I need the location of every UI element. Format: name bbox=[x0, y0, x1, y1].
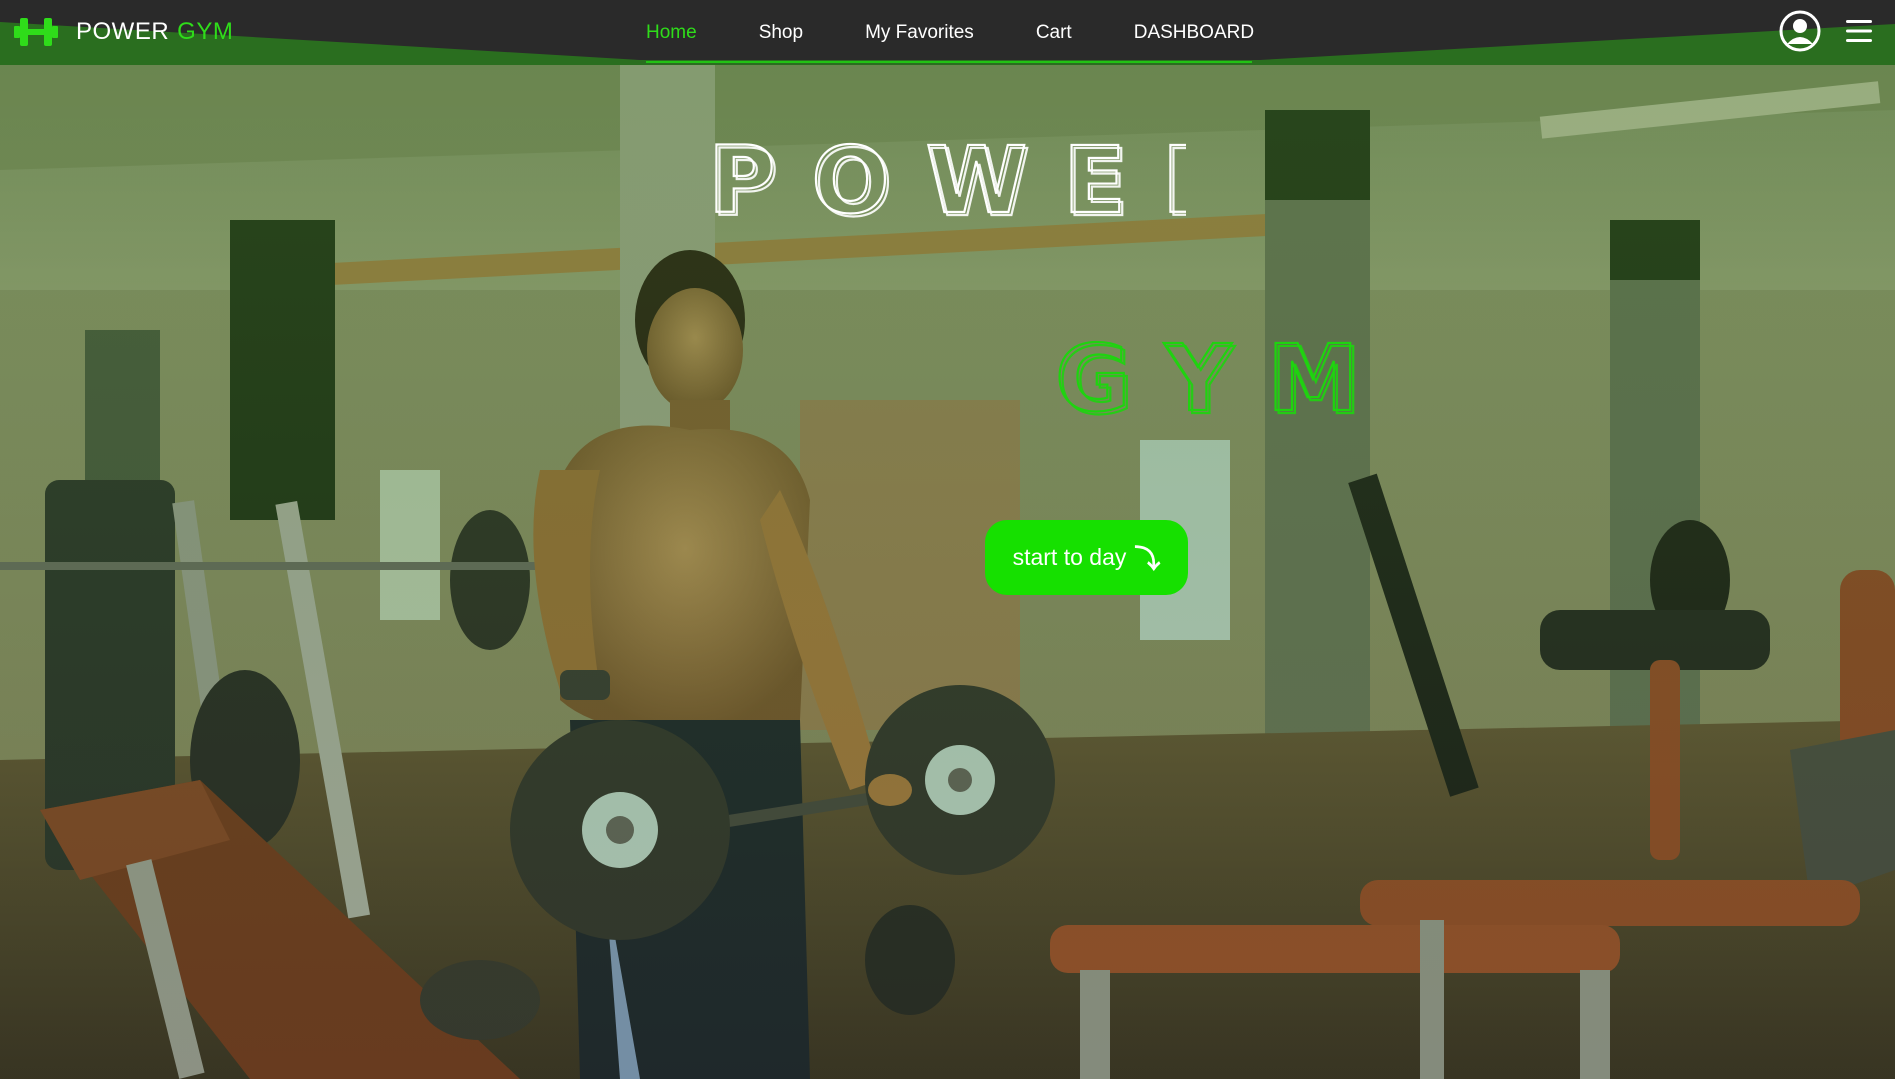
user-circle-icon[interactable] bbox=[1779, 10, 1821, 52]
dumbbell-icon bbox=[14, 18, 58, 46]
nav-home[interactable]: Home bbox=[646, 0, 728, 65]
hero-title-gym: GYM GYM bbox=[1054, 324, 1373, 426]
nav-active-underline bbox=[646, 61, 1252, 63]
nav-my-favorites[interactable]: My Favorites bbox=[834, 0, 1005, 65]
nav-shop[interactable]: Shop bbox=[728, 0, 834, 65]
nav-links: Home Shop My Favorites Cart DASHBOARD bbox=[646, 0, 1285, 65]
nav-dashboard[interactable]: DASHBOARD bbox=[1103, 0, 1285, 65]
cta-label: start to day bbox=[1012, 544, 1127, 570]
hero-title-gym-inline: GYM bbox=[1058, 328, 1373, 426]
hero-title-power-inline: POWER bbox=[711, 130, 1186, 228]
brand-name-power: POWER bbox=[76, 18, 170, 45]
brand[interactable]: POWER GYM bbox=[14, 14, 233, 50]
brand-name-gym: GYM bbox=[177, 18, 234, 45]
hamburger-menu-icon[interactable] bbox=[1844, 17, 1874, 45]
nav-cart[interactable]: Cart bbox=[1005, 0, 1103, 65]
start-to-day-button[interactable]: start to day ⤵ bbox=[985, 520, 1188, 595]
top-navbar: POWER GYM Home Shop My Favorites Cart DAS… bbox=[0, 0, 1895, 65]
arrow-down-icon: ⤵ bbox=[1134, 544, 1161, 574]
hero-title-power: POWER POWER bbox=[707, 126, 1186, 228]
brand-name: POWER GYM bbox=[76, 18, 233, 46]
